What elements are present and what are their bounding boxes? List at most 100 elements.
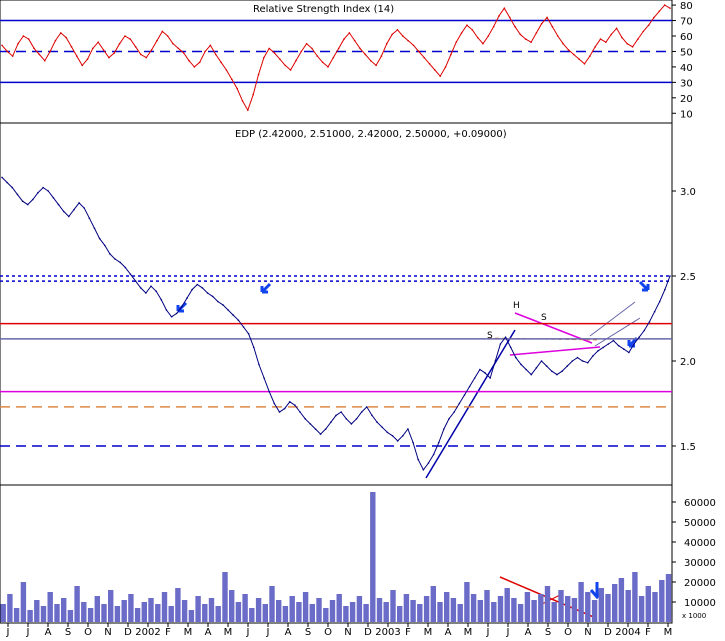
data-point: [283, 407, 286, 410]
data-point: [222, 304, 224, 306]
data-point: [571, 360, 574, 362]
data-point: [551, 370, 553, 373]
data-point: [503, 7, 506, 9]
data-point: [59, 32, 62, 34]
data-point: [236, 87, 238, 90]
data-point: [343, 38, 345, 40]
x-tick-label: M: [424, 627, 433, 637]
volume-bar: [598, 588, 604, 622]
data-point: [27, 38, 30, 40]
data-point: [57, 203, 60, 206]
data-point: [444, 66, 447, 68]
data-point: [586, 361, 589, 364]
volume-bar: [13, 608, 20, 622]
data-point: [540, 360, 543, 362]
data-point: [369, 59, 372, 62]
y-tick-label: 70: [680, 17, 693, 28]
data-point: [391, 33, 393, 36]
data-point: [6, 50, 9, 53]
data-point: [479, 368, 481, 371]
volume-bar: [20, 582, 27, 622]
data-point: [109, 253, 111, 255]
data-point: [576, 356, 579, 359]
data-point: [47, 190, 50, 192]
data-point: [509, 346, 512, 349]
volume-bar: [356, 596, 363, 622]
volume-bar: [652, 592, 658, 622]
data-point: [468, 385, 471, 388]
data-point: [402, 435, 404, 437]
volume-bar: [208, 598, 215, 622]
volume-bar: [430, 586, 436, 622]
data-point: [396, 440, 399, 442]
volume-bar: [215, 606, 221, 622]
volume-bar: [457, 604, 463, 622]
data-point: [530, 373, 533, 376]
data-point: [332, 56, 335, 59]
data-point: [314, 428, 317, 430]
data-point: [170, 316, 173, 318]
volume-bar: [665, 574, 672, 622]
data-point: [417, 458, 420, 461]
pattern-label-right-shoulder: S: [541, 313, 547, 323]
data-point: [98, 237, 101, 240]
volume-bar: [40, 606, 47, 622]
data-point: [191, 288, 193, 291]
volume-bar: [417, 604, 423, 622]
volume-bar: [7, 594, 13, 622]
data-point: [602, 346, 604, 349]
data-point: [182, 52, 185, 54]
price-layer: 1.5 2.0 2.5 3.0: [0, 176, 696, 471]
data-point: [473, 377, 476, 379]
data-point: [140, 53, 142, 56]
volume-bar: [444, 592, 450, 622]
data-point: [355, 418, 358, 420]
data-point: [93, 227, 96, 230]
volume-bar: [134, 608, 141, 622]
x-tick-label: M: [664, 627, 673, 637]
volume-bar: [121, 600, 127, 622]
data-point: [535, 367, 538, 369]
data-point: [380, 55, 383, 57]
data-point: [284, 64, 287, 67]
data-point: [599, 38, 602, 40]
data-point: [273, 402, 276, 405]
data-point: [38, 53, 41, 56]
volume-bar: [289, 596, 295, 622]
data-point: [263, 56, 265, 59]
rsi-title: Relative Strength Index (14): [253, 4, 394, 15]
data-point: [448, 418, 450, 420]
data-point: [428, 63, 431, 65]
data-point: [385, 42, 388, 45]
data-point: [330, 421, 332, 424]
x-tick-label: M: [224, 627, 233, 637]
data-point: [573, 53, 575, 56]
pattern-label-head: H: [513, 301, 520, 311]
volume-bar: [181, 600, 188, 622]
data-point: [386, 431, 389, 434]
volume-bar: [383, 602, 389, 622]
data-point: [103, 244, 106, 247]
data-point: [1, 176, 3, 179]
volume-bar: [101, 604, 107, 622]
volume-bar: [249, 608, 255, 622]
data-point: [156, 39, 158, 42]
data-point: [482, 42, 484, 45]
x-tick-label: F: [165, 627, 171, 637]
volume-bar: [571, 598, 578, 622]
data-point: [113, 52, 116, 54]
x-tick-label: J: [6, 627, 10, 637]
arrow-icon: [260, 282, 272, 294]
volume-bar: [349, 602, 356, 622]
volume-bar: [397, 606, 403, 622]
data-point: [562, 42, 564, 45]
data-point: [337, 47, 340, 50]
data-point: [498, 15, 500, 17]
volume-bar: [612, 584, 618, 622]
data-point: [73, 208, 75, 211]
x-tick-label: N: [344, 627, 351, 637]
data-point: [439, 75, 442, 77]
data-point: [273, 52, 276, 54]
data-point: [134, 46, 137, 48]
data-point: [201, 287, 204, 289]
